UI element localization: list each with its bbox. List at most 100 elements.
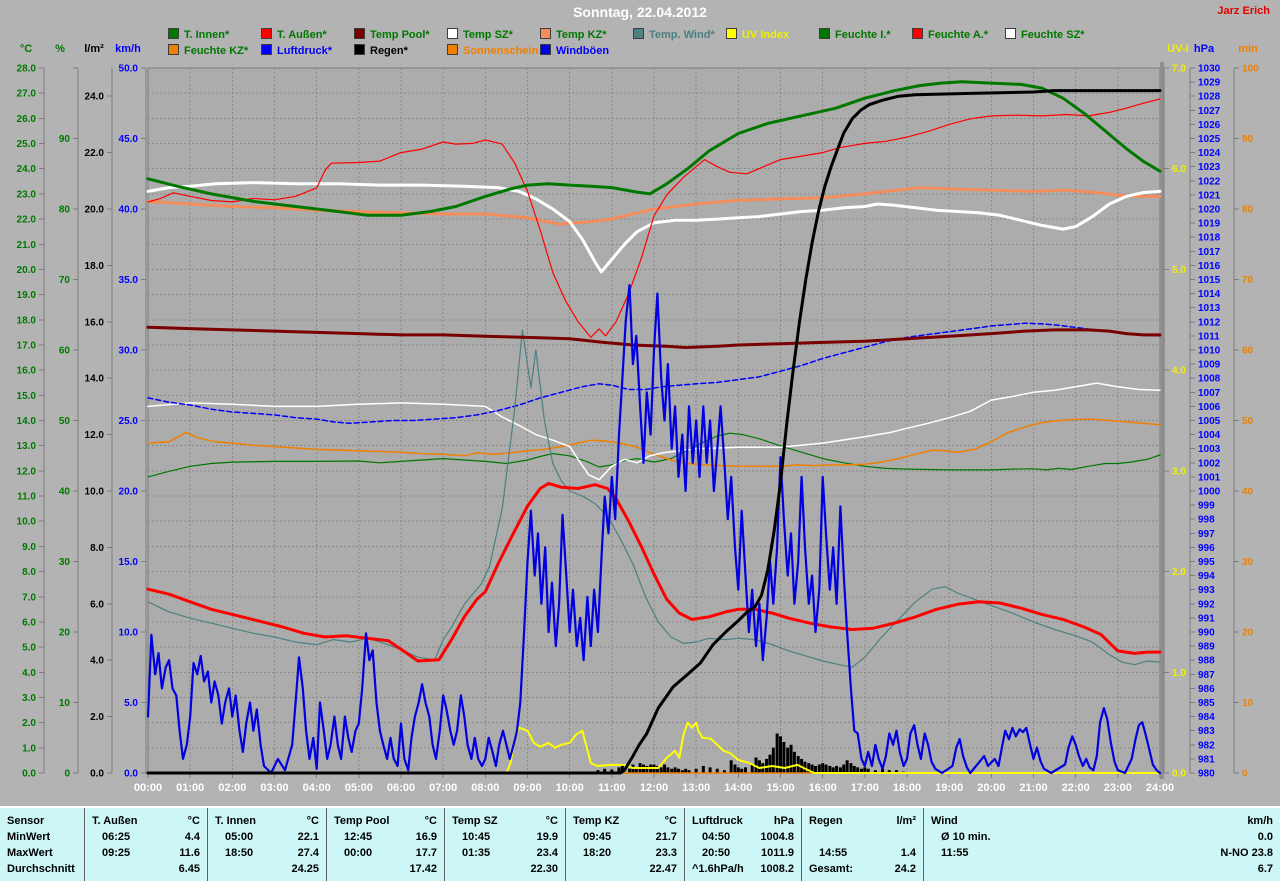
legend-item-temp-sz-[interactable]: Temp SZ*	[447, 28, 513, 42]
axis-tick-label-hpa: 986	[1198, 684, 1215, 695]
legend-item-temp-wind-[interactable]: Temp. Wind*	[633, 28, 715, 42]
legend-item-feuchte-kz-[interactable]: Feuchte KZ*	[168, 44, 248, 58]
min-value: 4.4	[185, 829, 207, 845]
x-axis-label: 23:00	[1104, 782, 1132, 794]
axis-tick-label-hpa: 1024	[1198, 148, 1221, 159]
axis-tick-label-hpa: 1008	[1198, 374, 1221, 385]
legend-color-swatch	[726, 28, 737, 39]
axis-tick-label-min: 80	[1242, 205, 1254, 216]
table-col-temp-pool: Temp Pool°C12:4516.900:0017.717.42	[327, 808, 445, 881]
axis-tick-label-uv: 5.0	[1172, 265, 1186, 276]
app-window: { "title": {"date": "Sonntag, 22.04.2012…	[0, 0, 1280, 881]
axis-tick-label-hpa: 995	[1198, 557, 1215, 568]
axis-tick-label-hpa: 988	[1198, 656, 1215, 667]
axis-tick-label-pct: 80	[59, 205, 71, 216]
table-col-temp-kz: Temp KZ°C09:4521.718:2023.322.47	[566, 808, 685, 881]
legend-item-feuchte-i-[interactable]: Feuchte I.*	[819, 28, 891, 42]
axis-tick-label-uv: 6.0	[1172, 164, 1186, 175]
sensor-unit: °C	[546, 813, 565, 829]
axis-tick-label-lm2: 6.0	[90, 599, 104, 610]
axis-tick-label-pct: 90	[59, 134, 71, 145]
axis-tick-label-hpa: 998	[1198, 515, 1215, 526]
legend-row-1: T. Innen* T. Außen* Temp Pool* Temp SZ* Temp…	[0, 28, 1280, 43]
axis-tick-label-tempC: 3.0	[22, 693, 36, 704]
axis-tick-label-lm2: 0.0	[90, 769, 104, 780]
min-value: 22.1	[298, 829, 326, 845]
axis-tick-label-hpa: 984	[1198, 712, 1215, 723]
legend-color-swatch	[540, 44, 551, 55]
axis-tick-label-hpa: 1017	[1198, 247, 1221, 258]
axis-tick-label-tempC: 23.0	[17, 189, 37, 200]
axis-tick-label-tempC: 20.0	[17, 265, 37, 276]
legend-item-temp-kz-[interactable]: Temp KZ*	[540, 28, 607, 42]
legend-label: Regen*	[370, 45, 408, 57]
legend-item-temp-pool-[interactable]: Temp Pool*	[354, 28, 430, 42]
row-label: Durchschnitt	[0, 861, 75, 877]
axis-tick-label-uv: 7.0	[1172, 64, 1186, 75]
avg-label	[85, 861, 92, 877]
axis-tick-label-hpa: 1016	[1198, 261, 1221, 272]
table-col-t-innen: T. Innen°C05:0022.118:5027.424.25	[208, 808, 327, 881]
axis-tick-label-hpa: 990	[1198, 628, 1215, 639]
axis-tick-label-hpa: 1029	[1198, 78, 1221, 89]
avg-label	[566, 861, 573, 877]
legend-item-regen-[interactable]: Regen*	[354, 44, 408, 58]
legend-item-feuchte-a-[interactable]: Feuchte A.*	[912, 28, 988, 42]
axis-tick-label-hpa: 1009	[1198, 360, 1221, 371]
axis-tick-label-pct: 50	[59, 416, 71, 427]
x-axis-label: 14:00	[724, 782, 752, 794]
axis-tick-label-tempC: 11.0	[17, 492, 36, 503]
sensor-name: Temp Pool	[327, 813, 389, 829]
axis-tick-label-tempC: 10.0	[17, 517, 37, 528]
max-value: 23.4	[537, 845, 565, 861]
legend-item-t-innen-[interactable]: T. Innen*	[168, 28, 229, 42]
max-time: 20:50	[685, 845, 730, 861]
legend-label: Luftdruck*	[277, 45, 332, 57]
legend-item-luftdruck-[interactable]: Luftdruck*	[261, 44, 332, 58]
legend-color-swatch	[447, 28, 458, 39]
legend-item-uv-index[interactable]: UV Index	[726, 28, 789, 42]
legend-item-feuchte-sz-[interactable]: Feuchte SZ*	[1005, 28, 1085, 42]
axis-tick-label-hpa: 996	[1198, 543, 1215, 554]
legend-item-windb-en[interactable]: Windböen	[540, 44, 609, 58]
table-col-wind: Windkm/hØ 10 min.0.011:55N-NO 23.86.7	[924, 808, 1280, 881]
axis-tick-label-hpa: 993	[1198, 585, 1215, 596]
legend-row-2: Feuchte KZ* Luftdruck* Regen* SonnenscheinW…	[0, 44, 1280, 59]
x-axis-label: 15:00	[766, 782, 794, 794]
axis-tick-label-kmh: 25.0	[119, 416, 139, 427]
legend-item-t-au-en-[interactable]: T. Außen*	[261, 28, 327, 42]
legend-label: Temp Pool*	[370, 29, 430, 41]
axis-tick-label-hpa: 1001	[1198, 472, 1221, 483]
axis-tick-label-kmh: 30.0	[119, 346, 139, 357]
axis-tick-label-min: 60	[1242, 346, 1254, 357]
legend-label: T. Innen*	[184, 29, 229, 41]
axis-tick-label-hpa: 989	[1198, 642, 1215, 653]
weather-chart: 0.01.02.03.04.05.06.07.08.09.010.011.012…	[0, 0, 1280, 806]
max-value: 1.4	[901, 845, 923, 861]
axis-tick-label-hpa: 1021	[1198, 190, 1221, 201]
sensor-name: T. Innen	[208, 813, 256, 829]
axis-tick-label-tempC: 7.0	[22, 592, 36, 603]
sensor-name: Wind	[924, 813, 958, 829]
axis-tick-label-tempC: 27.0	[17, 89, 37, 100]
axis-tick-label-lm2: 2.0	[90, 712, 104, 723]
axis-tick-label-tempC: 25.0	[17, 139, 37, 150]
avg-label	[924, 861, 931, 877]
legend-color-swatch	[261, 44, 272, 55]
axis-tick-label-uv: 0.0	[1172, 769, 1186, 780]
sensor-name: Temp SZ	[445, 813, 498, 829]
axis-tick-label-hpa: 1003	[1198, 444, 1221, 455]
max-time: 14:55	[802, 845, 847, 861]
axis-tick-label-hpa: 997	[1198, 529, 1215, 540]
legend-item-sonnenschein[interactable]: Sonnenschein	[447, 44, 538, 58]
min-time	[802, 829, 819, 845]
axis-tick-label-kmh: 20.0	[119, 487, 139, 498]
axis-tick-label-hpa: 1027	[1198, 106, 1221, 117]
axis-tick-label-lm2: 16.0	[85, 317, 105, 328]
sensor-unit: l/m²	[896, 813, 923, 829]
max-time: 11:55	[924, 845, 969, 861]
sensor-name: T. Außen	[85, 813, 137, 829]
axis-tick-label-tempC: 13.0	[17, 441, 37, 452]
legend-color-swatch	[1005, 28, 1016, 39]
axis-tick-label-tempC: 4.0	[22, 668, 36, 679]
